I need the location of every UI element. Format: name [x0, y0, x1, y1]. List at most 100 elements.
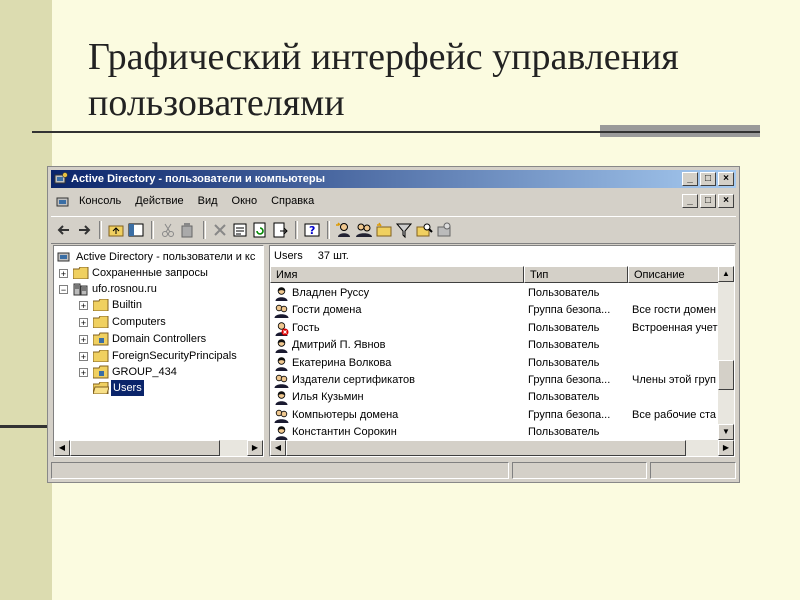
copy-icon[interactable] [179, 221, 197, 239]
expand-group-434[interactable]: + [79, 368, 88, 378]
tree-horizontal-scrollbar[interactable]: ◀ ▶ [54, 440, 263, 456]
toolbar-separator [99, 221, 102, 239]
cell-name: Илья Кузьмин [292, 391, 364, 404]
add-to-group-icon[interactable] [435, 221, 453, 239]
status-cell-3 [650, 462, 736, 479]
column-header-description[interactable]: Описание [628, 266, 720, 283]
svg-text:?: ? [309, 224, 315, 237]
ou-folder-icon [93, 365, 109, 379]
slide-title: Графический интерфейс управления пользов… [88, 36, 679, 124]
delete-icon[interactable] [211, 221, 229, 239]
export-icon[interactable] [271, 221, 289, 239]
table-row[interactable]: Издатели сертификатов Группа безопа... Чле… [270, 372, 720, 389]
cell-type: Группа безопа... [528, 374, 611, 386]
user-icon [275, 426, 288, 441]
scroll-right-button[interactable]: ▶ [718, 440, 734, 456]
scroll-thumb[interactable] [718, 360, 734, 390]
new-ou-icon[interactable] [375, 221, 393, 239]
expand-builtin[interactable]: + [79, 301, 88, 311]
tree-item-label: Builtin [112, 299, 142, 311]
user-icon [275, 391, 288, 406]
cell-description: Встроенная учет [632, 321, 718, 334]
properties-icon[interactable] [231, 221, 249, 239]
expand-saved-queries[interactable]: + [59, 269, 68, 279]
scroll-thumb[interactable] [70, 440, 220, 456]
tree-root-label: Active Directory - пользователи и кс [76, 251, 256, 263]
child-close-button[interactable]: × [718, 194, 734, 208]
collapse-domain[interactable]: − [59, 285, 68, 295]
expand-foreign-security-principals[interactable]: + [79, 352, 88, 362]
list-vertical-scrollbar[interactable]: ▲ ▼ [718, 266, 734, 440]
toolbar: ? [51, 216, 736, 244]
user-icon [275, 356, 288, 371]
toolbar-separator [295, 221, 298, 239]
menu-action[interactable]: Действие [135, 195, 183, 207]
folder-icon [93, 350, 109, 362]
console-menu-icon[interactable] [55, 194, 71, 210]
cell-type: Пользователь [528, 391, 600, 404]
column-header-type[interactable]: Тип [524, 266, 628, 283]
window-titlebar[interactable]: Active Directory - пользователи и компью… [51, 170, 736, 188]
scroll-up-button[interactable]: ▲ [718, 266, 734, 282]
cell-name: Екатерина Волкова [292, 356, 392, 369]
column-header-name[interactable]: Имя [270, 266, 524, 283]
table-row[interactable]: Дмитрий П. Явнов Пользователь [270, 337, 720, 354]
status-cell-2 [512, 462, 647, 479]
scroll-right-button[interactable]: ▶ [247, 440, 263, 456]
cell-type: Пользователь [528, 426, 600, 439]
title-rule [32, 131, 760, 133]
scroll-left-button[interactable]: ◀ [54, 440, 70, 456]
back-arrow-icon[interactable] [55, 221, 73, 239]
table-row[interactable]: Илья Кузьмин Пользователь [270, 389, 720, 406]
details-list-pane[interactable]: Users 37 шт. Имя Тип Описание Владлен Ру… [269, 245, 735, 457]
menu-help[interactable]: Справка [271, 195, 314, 207]
table-row[interactable]: Компьютеры домена Группа безопа... Все раб… [270, 407, 720, 424]
table-row[interactable]: Гость Пользователь Встроенная учет [270, 320, 720, 337]
cell-type: Пользователь [528, 339, 600, 352]
maximize-button[interactable]: □ [700, 172, 716, 186]
list-horizontal-scrollbar[interactable]: ◀ ▶ [270, 440, 734, 456]
child-restore-button[interactable]: □ [700, 194, 716, 208]
cell-name: Гости домена [292, 304, 362, 317]
scroll-thumb[interactable] [286, 440, 686, 456]
show-tree-icon[interactable] [127, 221, 145, 239]
find-icon[interactable] [415, 221, 433, 239]
help-icon[interactable]: ? [303, 221, 321, 239]
window-title: Active Directory - пользователи и компью… [71, 173, 325, 185]
table-row[interactable]: Гости домена Группа безопа... Все гости до… [270, 302, 720, 319]
minimize-button[interactable]: _ [682, 172, 698, 186]
forward-arrow-icon[interactable] [75, 221, 93, 239]
table-row[interactable]: Константин Сорокин Пользователь [270, 424, 720, 441]
container-name: Users [274, 250, 303, 262]
menu-console[interactable]: Консоль [79, 195, 121, 207]
open-folder-icon [93, 382, 109, 394]
cell-name: Издатели сертификатов [292, 374, 415, 386]
status-cell-main [51, 462, 509, 479]
refresh-icon[interactable] [251, 221, 269, 239]
scroll-left-button[interactable]: ◀ [270, 440, 286, 456]
new-group-icon[interactable] [355, 221, 373, 239]
group-icon [274, 409, 289, 423]
scroll-down-button[interactable]: ▼ [718, 424, 734, 440]
group-icon [274, 305, 289, 319]
console-tree-pane[interactable]: Active Directory - пользователи и кс + С… [53, 245, 264, 457]
table-row[interactable]: Екатерина Волкова Пользователь [270, 355, 720, 372]
menu-view[interactable]: Вид [198, 195, 218, 207]
cut-icon[interactable] [159, 221, 177, 239]
filter-icon[interactable] [395, 221, 413, 239]
disabled-user-icon [275, 322, 289, 336]
folder-icon [93, 316, 109, 328]
close-button[interactable]: × [718, 172, 734, 186]
new-user-icon[interactable] [335, 221, 353, 239]
tree-item-label-selected: Users [111, 380, 144, 396]
up-folder-icon[interactable] [107, 221, 125, 239]
table-row[interactable]: Владлен Руссу Пользователь [270, 285, 720, 302]
expand-domain-controllers[interactable]: + [79, 335, 88, 345]
menu-bar: Консоль Действие Вид Окно Справка _ □ × [51, 191, 736, 213]
child-minimize-button[interactable]: _ [682, 194, 698, 208]
ad-app-icon [54, 172, 68, 184]
left-rule [0, 425, 52, 428]
folder-icon [73, 267, 89, 279]
expand-computers[interactable]: + [79, 318, 88, 328]
menu-window[interactable]: Окно [232, 195, 258, 207]
